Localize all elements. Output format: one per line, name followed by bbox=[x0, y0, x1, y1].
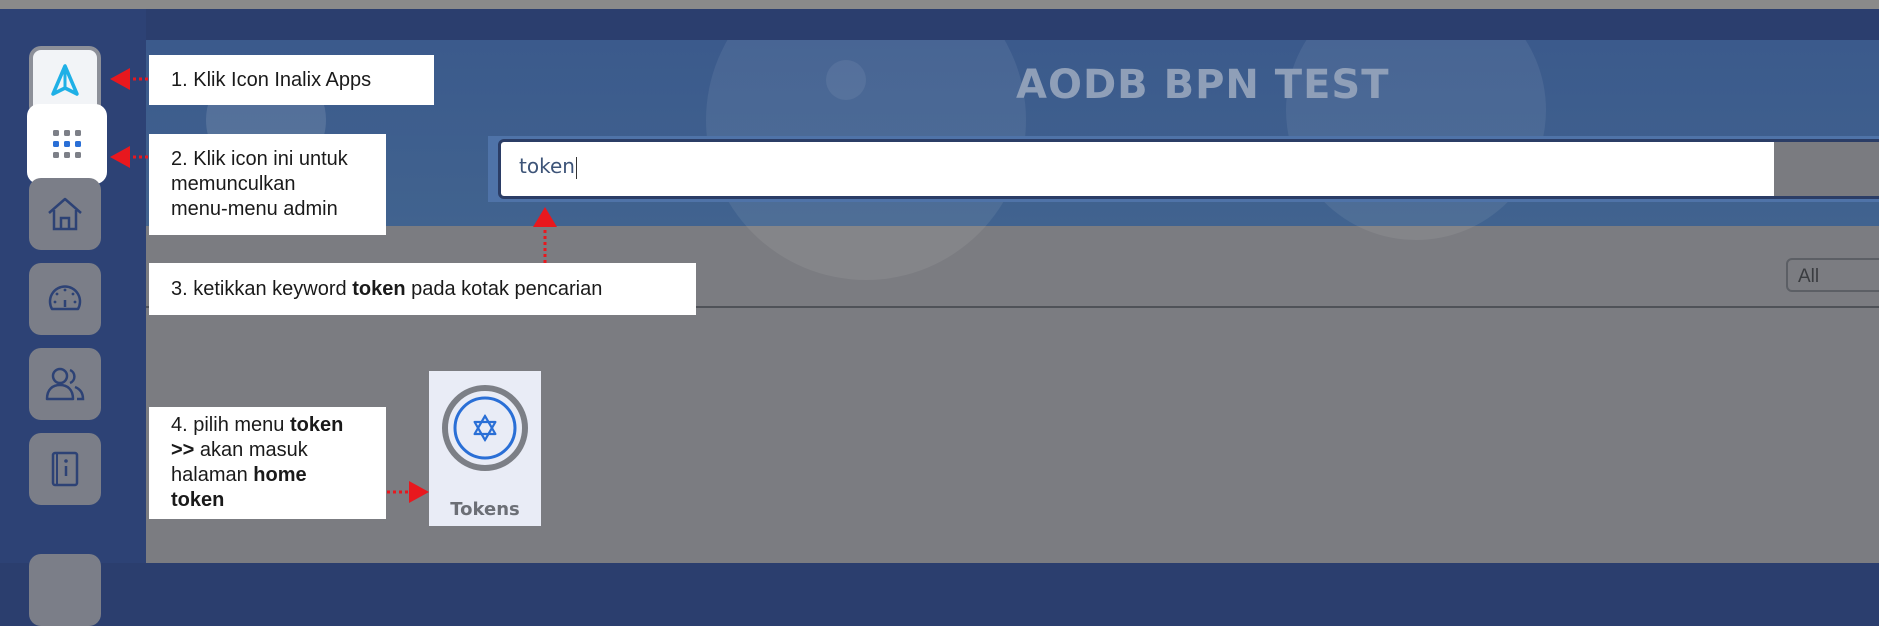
home-icon bbox=[48, 197, 82, 231]
callout-step-2: 2. Klik icon ini untuk memunculkan menu-… bbox=[149, 134, 386, 235]
search-input-value: token bbox=[519, 154, 577, 179]
callout-step-4-arrow-text: >> bbox=[171, 439, 195, 461]
info-book-icon bbox=[51, 451, 79, 487]
admin-menu-button[interactable] bbox=[27, 104, 107, 184]
users-button[interactable] bbox=[29, 348, 101, 420]
inalix-logo-icon bbox=[51, 64, 79, 96]
annotation-arrow-step-1 bbox=[110, 68, 148, 90]
search-value-text: token bbox=[519, 154, 575, 178]
callout-step-2-line-1: 2. Klik icon ini untuk bbox=[171, 148, 348, 170]
annotation-arrow-step-4 bbox=[387, 481, 429, 503]
annotation-arrow-step-3 bbox=[533, 207, 557, 263]
filter-select[interactable]: All bbox=[1786, 258, 1879, 292]
window-top-bar bbox=[0, 0, 1879, 9]
dashboard-button[interactable] bbox=[29, 263, 101, 335]
callout-step-4-bold-3: token bbox=[171, 489, 225, 511]
callout-step-4-bold: token bbox=[289, 414, 344, 436]
callout-step-2-line-2: memunculkan bbox=[171, 173, 296, 195]
annotation-arrow-step-2 bbox=[110, 146, 148, 168]
tokens-tile-label: Tokens bbox=[450, 499, 520, 520]
callout-step-1-text: 1. Klik Icon Inalix Apps bbox=[171, 69, 372, 91]
callout-step-3-text: 3. ketikkan keyword bbox=[171, 278, 353, 300]
callout-step-1: 1. Klik Icon Inalix Apps bbox=[149, 55, 434, 105]
callout-step-4-text: 4. pilih menu bbox=[171, 414, 290, 436]
page-title: AODB BPN TEST bbox=[1016, 62, 1390, 108]
home-button[interactable] bbox=[29, 178, 101, 250]
search-input[interactable] bbox=[498, 139, 1879, 199]
callout-step-2-line-3: menu-menu admin bbox=[171, 198, 338, 220]
callout-step-4-text-2: akan masuk bbox=[194, 439, 308, 461]
callout-step-4: 4. pilih menu token >> akan masuk halama… bbox=[149, 407, 386, 519]
grid-menu-icon bbox=[53, 130, 81, 158]
callout-step-3-text-end: pada kotak pencarian bbox=[405, 278, 603, 300]
sidebar-more-button[interactable] bbox=[29, 554, 101, 626]
tokens-menu-tile[interactable]: Tokens bbox=[429, 371, 541, 526]
callout-step-4-bold-2: home bbox=[253, 464, 307, 486]
sidebar bbox=[0, 9, 146, 626]
dashboard-gauge-icon bbox=[48, 285, 82, 311]
info-button[interactable] bbox=[29, 433, 101, 505]
text-caret bbox=[575, 156, 577, 179]
callout-step-4-text-3: halaman bbox=[171, 464, 254, 486]
users-icon bbox=[45, 367, 85, 401]
star-badge-icon bbox=[442, 385, 528, 471]
callout-step-3-keyword: token bbox=[352, 278, 406, 300]
callout-step-3: 3. ketikkan keyword token pada kotak pen… bbox=[149, 263, 696, 315]
search-input-extension bbox=[1774, 139, 1879, 199]
